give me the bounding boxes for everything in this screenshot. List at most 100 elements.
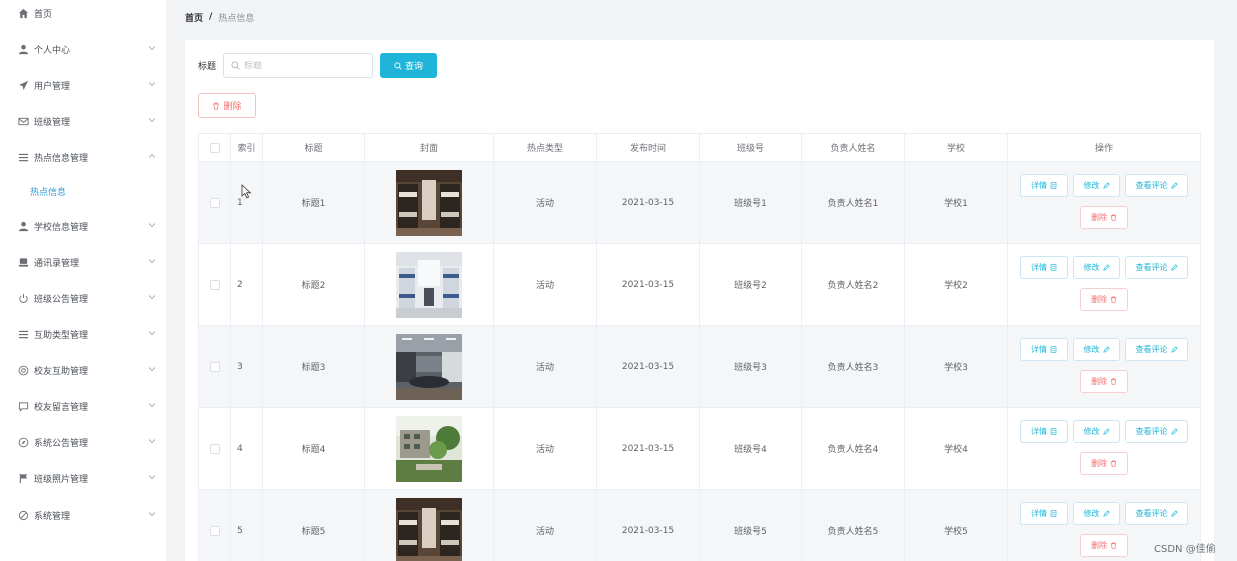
sidebar-item-label: 系统公告管理 — [34, 438, 89, 449]
cover-image[interactable] — [396, 333, 462, 400]
detail-button[interactable]: 详情 — [1020, 502, 1068, 525]
header-title: 标题 — [263, 134, 365, 161]
detail-button[interactable]: 详情 — [1020, 338, 1068, 361]
type-cell: 活动 — [494, 162, 597, 243]
cover-image[interactable] — [396, 415, 462, 482]
school-cell: 学校5 — [905, 490, 1008, 561]
detail-label: 详情 — [1031, 263, 1047, 272]
trash-icon — [1107, 296, 1117, 303]
sidebar-subitem-label: 热点信息 — [30, 187, 67, 198]
delete-button[interactable]: 删除 — [1080, 370, 1128, 393]
detail-label: 详情 — [1031, 181, 1047, 190]
delete-button[interactable]: 删除 — [1080, 288, 1128, 311]
sidebar-item-contacts[interactable]: 通讯录管理 — [2, 249, 166, 275]
edit-icon — [1100, 346, 1110, 353]
search-input[interactable] — [244, 60, 364, 71]
search-box[interactable] — [223, 53, 373, 78]
document-icon — [1047, 428, 1057, 435]
detail-button[interactable]: 详情 — [1020, 256, 1068, 279]
delete-button[interactable]: 删除 — [1080, 452, 1128, 475]
table-row: 4 标题4 活动 2021-03-15 班级号4 负责人姓名4 学校4 详情 修改 查看评论 删除 — [198, 408, 1201, 490]
edit-label: 修改 — [1083, 263, 1100, 272]
select-all-checkbox[interactable] — [209, 142, 220, 153]
message-icon — [17, 400, 29, 412]
index-cell: 1 — [231, 162, 263, 243]
sidebar-item-home[interactable]: 首页 — [2, 0, 166, 26]
view-comments-button[interactable]: 查看评论 — [1125, 174, 1188, 197]
view-comments-button[interactable]: 查看评论 — [1125, 420, 1188, 443]
delete-button[interactable]: 删除 — [1080, 206, 1128, 229]
sidebar-item-label: 班级照片管理 — [34, 474, 89, 485]
sidebar-item-label: 校友互助管理 — [34, 366, 89, 377]
chevron-down-icon — [148, 401, 156, 409]
owner-cell: 负责人姓名2 — [802, 244, 905, 325]
cover-image[interactable] — [396, 169, 462, 236]
select-cell — [199, 162, 231, 243]
sidebar-item-system[interactable]: 系统管理 — [2, 502, 166, 528]
edit-button[interactable]: 修改 — [1073, 174, 1120, 197]
view-comments-label: 查看评论 — [1135, 181, 1168, 190]
view-comments-button[interactable]: 查看评论 — [1125, 256, 1188, 279]
cover-image[interactable] — [396, 497, 462, 561]
row-checkbox[interactable] — [209, 197, 220, 208]
sidebar-item-label: 用户管理 — [34, 81, 71, 92]
type-cell: 活动 — [494, 244, 597, 325]
document-icon — [1047, 346, 1057, 353]
actions-cell: 详情 修改 查看评论删除 — [1008, 326, 1200, 407]
sidebar-item-help-types[interactable]: 互助类型管理 — [2, 321, 166, 347]
sidebar-subitem-hot-info[interactable]: 热点信息 — [2, 180, 166, 202]
sidebar-item-school-info[interactable]: 学校信息管理 — [2, 213, 166, 239]
view-comments-button[interactable]: 查看评论 — [1125, 338, 1188, 361]
sidebar-item-label: 学校信息管理 — [34, 222, 89, 233]
sidebar-item-users[interactable]: 用户管理 — [2, 72, 166, 98]
search-icon — [394, 61, 402, 70]
query-button[interactable]: 查询 — [380, 53, 437, 78]
detail-label: 详情 — [1031, 509, 1047, 518]
sidebar-item-hot-info[interactable]: 热点信息管理 — [2, 144, 166, 170]
query-button-label: 查询 — [404, 62, 423, 72]
row-checkbox[interactable] — [209, 525, 220, 536]
trash-icon — [213, 102, 220, 110]
detail-button[interactable]: 详情 — [1020, 420, 1068, 443]
edit-button[interactable]: 修改 — [1073, 338, 1120, 361]
row-checkbox[interactable] — [209, 279, 220, 290]
sidebar-item-system-notices[interactable]: 系统公告管理 — [2, 429, 166, 455]
date-cell: 2021-03-15 — [597, 162, 700, 243]
class-cell: 班级号1 — [700, 162, 802, 243]
sidebar-item-class-notices[interactable]: 班级公告管理 — [2, 285, 166, 311]
date-cell: 2021-03-15 — [597, 326, 700, 407]
sidebar-item-classes[interactable]: 班级管理 — [2, 108, 166, 134]
view-comments-button[interactable]: 查看评论 — [1125, 502, 1188, 525]
row-checkbox[interactable] — [209, 443, 220, 454]
select-cell — [199, 408, 231, 489]
class-cell: 班级号3 — [700, 326, 802, 407]
edit-button[interactable]: 修改 — [1073, 256, 1120, 279]
owner-cell: 负责人姓名3 — [802, 326, 905, 407]
select-cell — [199, 244, 231, 325]
sidebar-item-alumni-messages[interactable]: 校友留言管理 — [2, 393, 166, 419]
cover-image[interactable] — [396, 251, 462, 318]
breadcrumb-home[interactable]: 首页 — [185, 11, 203, 24]
edit-button[interactable]: 修改 — [1073, 420, 1120, 443]
view-comments-label: 查看评论 — [1135, 509, 1168, 518]
detail-button[interactable]: 详情 — [1020, 174, 1068, 197]
delete-label: 删除 — [1091, 459, 1107, 468]
row-checkbox[interactable] — [209, 361, 220, 372]
batch-delete-button[interactable]: 删除 — [198, 93, 256, 118]
chevron-down-icon — [148, 221, 156, 229]
edit-icon — [1168, 510, 1178, 517]
delete-button[interactable]: 删除 — [1080, 534, 1128, 557]
school-cell: 学校1 — [905, 162, 1008, 243]
edit-icon — [1168, 428, 1178, 435]
chevron-down-icon — [148, 473, 156, 481]
sidebar-item-class-photos[interactable]: 班级照片管理 — [2, 465, 166, 491]
compass-icon — [17, 436, 29, 448]
sidebar-item-profile[interactable]: 个人中心 — [2, 36, 166, 62]
edit-button[interactable]: 修改 — [1073, 502, 1120, 525]
sidebar-item-alumni-help[interactable]: 校友互助管理 — [2, 357, 166, 383]
table-row: 1 标题1 活动 2021-03-15 班级号1 负责人姓名1 学校1 详情 修改 查看评论 删除 — [198, 162, 1201, 244]
contacts-icon — [17, 256, 29, 268]
document-icon — [1047, 264, 1057, 271]
date-cell: 2021-03-15 — [597, 408, 700, 489]
actions-cell: 详情 修改 查看评论删除 — [1008, 162, 1200, 243]
